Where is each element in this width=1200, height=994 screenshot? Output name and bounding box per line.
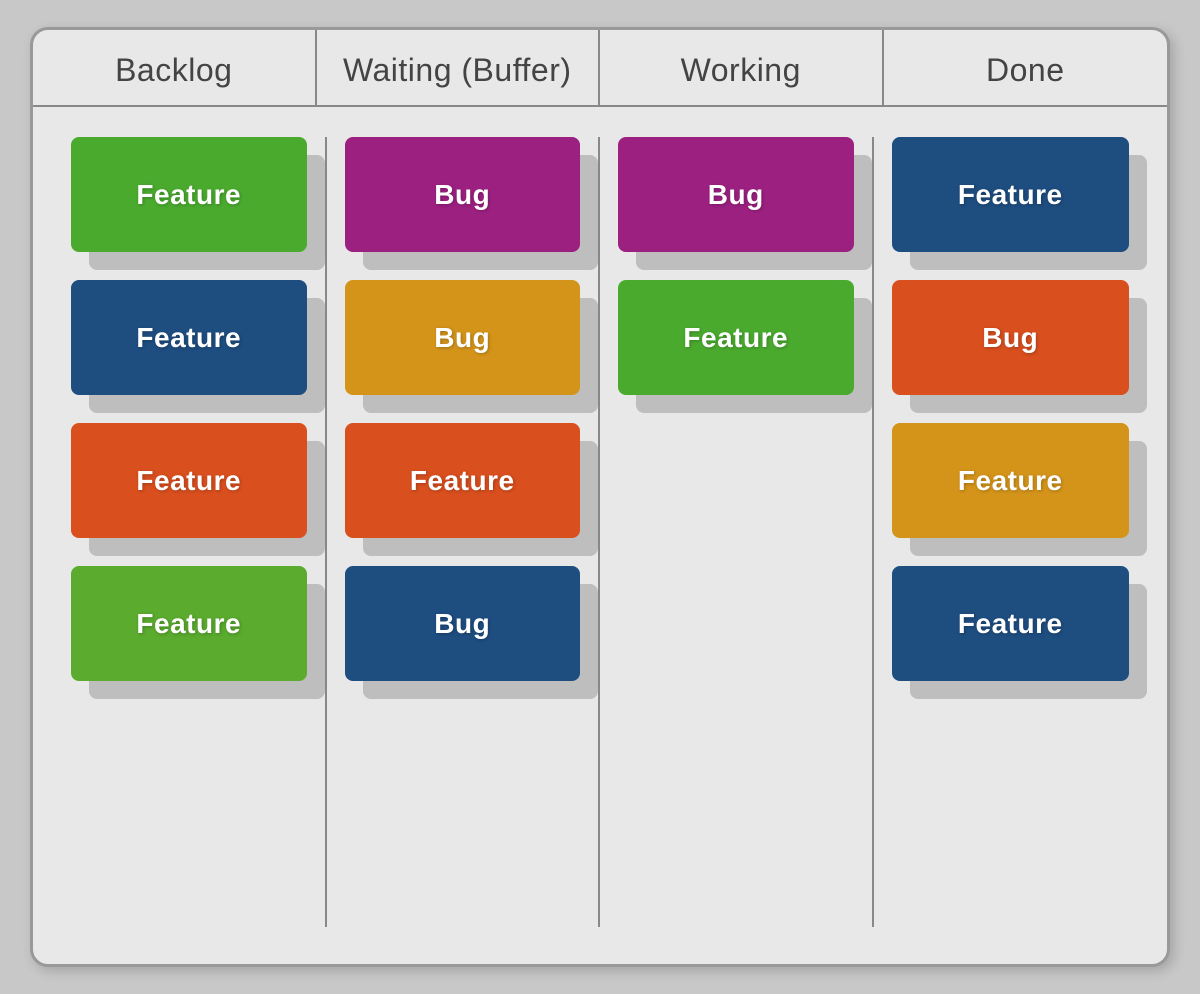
card-wrapper[interactable]: Feature xyxy=(892,566,1130,681)
card-wrapper[interactable]: Feature xyxy=(618,280,854,395)
card-done-3[interactable]: Feature xyxy=(892,566,1130,681)
card-backlog-3[interactable]: Feature xyxy=(71,566,307,681)
board-col-working: Bug Feature xyxy=(600,137,874,927)
board-header: BacklogWaiting (Buffer)WorkingDone xyxy=(33,30,1167,107)
card-wrapper[interactable]: Feature xyxy=(71,566,307,681)
card-wrapper[interactable]: Bug xyxy=(345,566,581,681)
card-waiting-1[interactable]: Bug xyxy=(345,280,581,395)
card-wrapper[interactable]: Feature xyxy=(892,137,1130,252)
card-waiting-0[interactable]: Bug xyxy=(345,137,581,252)
card-wrapper[interactable]: Bug xyxy=(618,137,854,252)
card-backlog-0[interactable]: Feature xyxy=(71,137,307,252)
card-wrapper[interactable]: Feature xyxy=(892,423,1130,538)
col-header-done: Done xyxy=(884,30,1168,105)
card-wrapper[interactable]: Bug xyxy=(892,280,1130,395)
col-header-waiting: Waiting (Buffer) xyxy=(317,30,601,105)
kanban-board: BacklogWaiting (Buffer)WorkingDone Featu… xyxy=(30,27,1170,967)
board-col-backlog: Feature Feature Feature Feature xyxy=(53,137,327,927)
card-wrapper[interactable]: Bug xyxy=(345,280,581,395)
card-wrapper[interactable]: Feature xyxy=(71,137,307,252)
card-wrapper[interactable]: Feature xyxy=(345,423,581,538)
card-working-1[interactable]: Feature xyxy=(618,280,854,395)
board-body: FeatureFeatureFeatureFeatureBugBugFeatur… xyxy=(33,107,1167,947)
col-header-working: Working xyxy=(600,30,884,105)
board-col-waiting: Bug Bug Feature Bug xyxy=(327,137,601,927)
card-done-0[interactable]: Feature xyxy=(892,137,1130,252)
card-done-1[interactable]: Bug xyxy=(892,280,1130,395)
card-waiting-3[interactable]: Bug xyxy=(345,566,581,681)
col-header-backlog: Backlog xyxy=(33,30,317,105)
card-backlog-1[interactable]: Feature xyxy=(71,280,307,395)
card-working-0[interactable]: Bug xyxy=(618,137,854,252)
card-waiting-2[interactable]: Feature xyxy=(345,423,581,538)
card-wrapper[interactable]: Bug xyxy=(345,137,581,252)
card-done-2[interactable]: Feature xyxy=(892,423,1130,538)
board-col-done: Feature Bug Feature Feature xyxy=(874,137,1148,927)
card-wrapper[interactable]: Feature xyxy=(71,280,307,395)
card-wrapper[interactable]: Feature xyxy=(71,423,307,538)
card-backlog-2[interactable]: Feature xyxy=(71,423,307,538)
